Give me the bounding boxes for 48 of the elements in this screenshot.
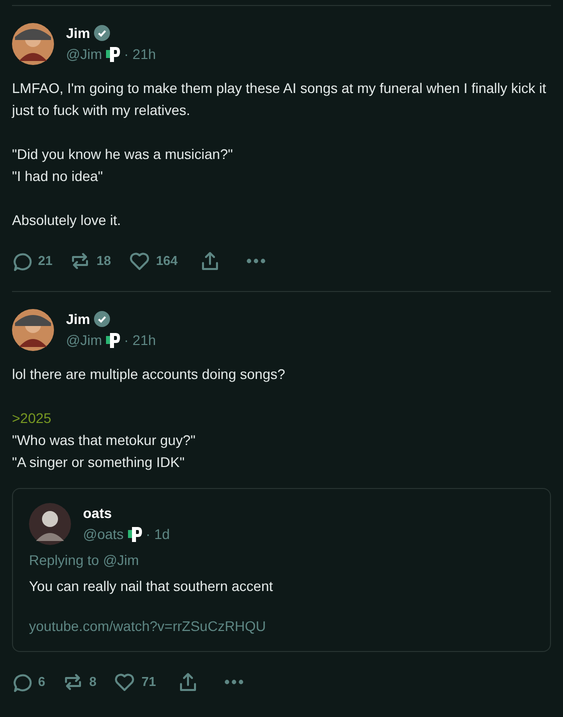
post-text: LMFAO, I'm going to make them play these AI songs at my funeral when I finally kick it just to fuck with my relatives. (12, 79, 548, 120)
reply-button[interactable]: 21 (12, 251, 52, 271)
quoted-post-card[interactable]: oats @oats · 1d Replying to @Jim You can really nail that southern accent youtube.com/watch?v=rrZSuCzRHQU (12, 488, 551, 652)
video-link[interactable]: youtube.com/watch?v=rrZSuCzRHQU (29, 615, 266, 637)
post-text: "Did you know he was a musician?" (12, 145, 234, 164)
replying-to-text: Replying to @Jim (29, 551, 140, 570)
author-handle[interactable]: @Jim (66, 330, 102, 350)
speech-bubble-icon (12, 251, 32, 271)
avatar[interactable] (12, 309, 54, 351)
more-button[interactable] (246, 258, 266, 264)
heart-icon (114, 672, 136, 692)
post-text: "A singer or something IDK" (12, 453, 186, 472)
share-button[interactable] (200, 251, 220, 271)
mention-link[interactable]: @Jim (102, 552, 139, 568)
post-text: "I had no idea" (12, 167, 104, 186)
speech-bubble-icon (12, 672, 32, 692)
author-name[interactable]: Jim (66, 310, 90, 328)
avatar[interactable] (29, 503, 71, 545)
post-time[interactable]: · 21h (124, 330, 156, 350)
p-badge-icon (106, 46, 120, 62)
share-icon (178, 672, 198, 692)
repost-icon (63, 672, 84, 692)
repost-button[interactable]: 8 (63, 672, 96, 692)
post-time[interactable]: · 1d (146, 524, 170, 544)
like-button[interactable]: 164 (128, 251, 178, 271)
greentext-line: >2025 (12, 409, 52, 428)
heart-icon (128, 251, 150, 271)
quote-text: You can really nail that southern accent (29, 577, 274, 596)
p-badge-icon (106, 332, 120, 348)
more-icon (246, 258, 266, 264)
reply-button[interactable]: 6 (12, 672, 46, 692)
author-name[interactable]: oats (83, 504, 112, 522)
more-button[interactable] (224, 679, 244, 685)
post-text: Absolutely love it. (12, 211, 122, 230)
author-name[interactable]: Jim (66, 24, 90, 42)
share-icon (200, 251, 220, 271)
author-handle[interactable]: @oats (83, 524, 124, 544)
post-text: lol there are multiple accounts doing songs? (12, 365, 286, 384)
repost-button[interactable]: 18 (70, 251, 111, 271)
like-button[interactable]: 71 (114, 672, 156, 692)
author-handle[interactable]: @Jim (66, 44, 102, 64)
p-badge-icon (128, 526, 142, 542)
post-text: "Who was that metokur guy?" (12, 431, 196, 450)
share-button[interactable] (178, 672, 198, 692)
avatar[interactable] (12, 23, 54, 65)
more-icon (224, 679, 244, 685)
repost-icon (70, 251, 90, 271)
post-time[interactable]: · 21h (124, 44, 156, 64)
